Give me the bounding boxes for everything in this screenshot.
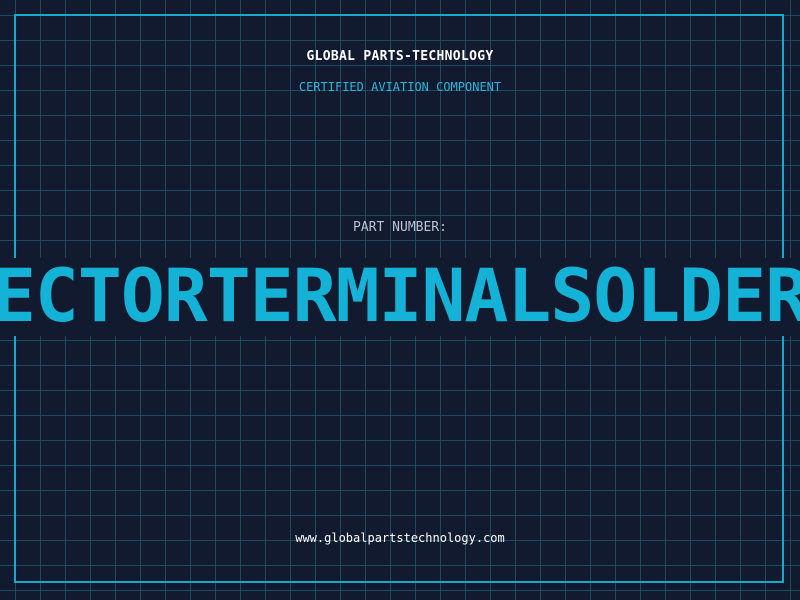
brand-title: GLOBAL PARTS-TECHNOLOGY — [306, 49, 494, 64]
part-number-label: PART NUMBER: — [353, 220, 447, 235]
website-link[interactable]: www.globalpartstechnology.com — [0, 531, 800, 545]
certificate-page: GLOBAL PARTS-TECHNOLOGY CERTIFIED AVIATI… — [0, 0, 800, 600]
certification-subtitle: CERTIFIED AVIATION COMPONENT — [298, 80, 502, 94]
part-number-value: ECTORTERMINALSOLDER — [0, 254, 800, 339]
